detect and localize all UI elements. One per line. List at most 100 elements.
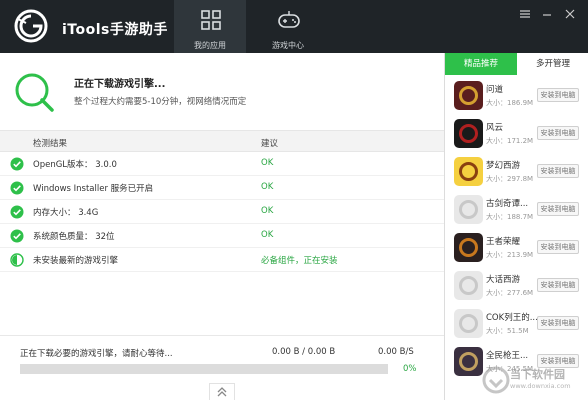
main-panel: 正在下载游戏引擎... 整个过程大约需要5-10分钟，视网络情况而定 检测结果 …	[0, 53, 444, 400]
app-size-prefix: 大小：	[486, 137, 507, 145]
progress-percent: 0%	[403, 364, 417, 374]
close-button[interactable]	[563, 7, 577, 21]
install-button[interactable]: 安装到电脑	[537, 316, 579, 330]
table-row: OpenGL版本： 3.0.0 OK	[0, 152, 444, 176]
app-title: iTools手游助手	[62, 22, 168, 38]
app-size-value: 51.5M	[507, 327, 529, 335]
app-thumbnail[interactable]	[454, 157, 483, 186]
check-circle-icon	[10, 229, 24, 243]
install-button[interactable]: 安装到电脑	[537, 126, 579, 140]
status-text: 正在下载必要的游戏引擎，请耐心等待...	[20, 349, 173, 359]
row-item: 未安装最新的游戏引擎	[33, 256, 119, 266]
app-size: 大小：51.5M	[486, 326, 529, 336]
app-thumbnail[interactable]	[454, 309, 483, 338]
half-circle-icon	[10, 253, 24, 267]
app-name: 梦幻西游	[486, 161, 521, 171]
list-item[interactable]: 古剑奇谭... 大小：188.7M 安装到电脑	[445, 191, 588, 228]
list-item[interactable]: 问道大小：186.9M 安装到电脑	[445, 77, 588, 114]
app-name: 王者荣耀	[486, 237, 521, 247]
install-button[interactable]: 安装到电脑	[537, 88, 579, 102]
watermark-text: 当下软件园	[510, 368, 565, 381]
table-row: 未安装最新的游戏引擎 必备组件，正在安装	[0, 248, 444, 272]
check-circle-icon	[10, 205, 24, 219]
app-size-value: 186.9M	[507, 99, 534, 107]
app-thumbnail[interactable]	[454, 233, 483, 262]
row-result: OK	[261, 158, 274, 168]
app-size-value: 297.8M	[507, 175, 534, 183]
header-result: 建议	[261, 139, 279, 149]
tab-game-center[interactable]: 游戏中心	[252, 0, 324, 53]
row-item: Windows Installer 服务已开启	[33, 184, 154, 194]
minimize-icon	[543, 14, 551, 16]
install-button[interactable]: 安装到电脑	[537, 240, 579, 254]
menu-button[interactable]	[518, 7, 532, 21]
app-size: 大小：186.9M	[486, 98, 533, 108]
status-size: 0.00 B / 0.00 B	[272, 347, 336, 357]
row-item: 内存大小： 3.4G	[33, 208, 99, 218]
close-icon	[565, 9, 575, 19]
tab-game-center-label: 游戏中心	[272, 41, 304, 50]
double-chevron-up-icon	[217, 387, 227, 397]
tab-my-apps[interactable]: 我的应用	[174, 0, 246, 53]
recommend-sidebar: 精品推荐 多开管理 问道 大小：186.9M 安装到电脑 风云 大小：171.2M 安装到…	[444, 53, 588, 400]
tab-multi-instance[interactable]: 多开管理	[517, 53, 588, 75]
row-result: OK	[261, 206, 274, 216]
list-item[interactable]: COK列王的... 大小：51.5M 安装到电脑	[445, 305, 588, 342]
status-speed: 0.00 B/S	[378, 347, 414, 357]
app-size-value: 277.6M	[507, 289, 534, 297]
app-size-prefix: 大小：	[486, 289, 507, 297]
menu-icon	[520, 10, 530, 18]
download-subtitle: 整个过程大约需要5-10分钟，视网络情况而定	[74, 97, 247, 107]
minimize-button[interactable]	[540, 7, 554, 21]
app-size: 大小：188.7M	[486, 212, 533, 222]
app-size: 大小：277.6M	[486, 288, 533, 298]
list-item[interactable]: 大话西游 大小：277.6M 安装到电脑	[445, 267, 588, 304]
table-row: Windows Installer 服务已开启 OK	[0, 176, 444, 200]
app-size: 大小：171.2M	[486, 136, 533, 146]
tab-featured[interactable]: 精品推荐	[445, 53, 517, 75]
table-header: 检测结果 建议	[0, 130, 444, 152]
table-row: 内存大小： 3.4G OK	[0, 200, 444, 224]
search-spinner-icon	[15, 73, 54, 112]
app-thumbnail[interactable]	[454, 81, 483, 110]
app-size-prefix: 大小：	[486, 251, 507, 259]
download-title: 正在下载游戏引擎...	[74, 79, 166, 90]
gamepad-icon	[278, 11, 300, 28]
table-row: 系统颜色质量： 32位 OK	[0, 224, 444, 248]
list-item[interactable]: 梦幻西游大小：297.8M 安装到电脑	[445, 153, 588, 190]
app-size-prefix: 大小：	[486, 327, 507, 335]
list-item[interactable]: 风云 大小：171.2M 安装到电脑	[445, 115, 588, 152]
row-item: OpenGL版本： 3.0.0	[33, 160, 117, 170]
app-thumbnail[interactable]	[454, 119, 483, 148]
app-size-prefix: 大小：	[486, 175, 507, 183]
check-circle-icon	[10, 157, 24, 171]
header-item: 检测结果	[33, 139, 68, 149]
install-button[interactable]: 安装到电脑	[537, 164, 579, 178]
list-item[interactable]: 王者荣耀大小：213.9M 安装到电脑	[445, 229, 588, 266]
app-size-value: 171.2M	[507, 137, 534, 145]
tab-my-apps-label: 我的应用	[194, 41, 226, 50]
app-size-value: 213.9M	[507, 251, 534, 259]
check-circle-icon	[10, 181, 24, 195]
footer-divider	[0, 335, 444, 336]
download-progress-bar	[20, 364, 388, 374]
grid-apps-icon	[201, 10, 221, 30]
app-name: 大话西游	[486, 275, 521, 285]
sidebar-tabs: 精品推荐 多开管理	[445, 53, 588, 75]
row-result: 必备组件，正在安装	[261, 256, 338, 266]
app-size-prefix: 大小：	[486, 213, 507, 221]
collapse-button[interactable]	[209, 383, 235, 400]
app-name: 全民枪王...	[486, 351, 529, 361]
row-result: OK	[261, 230, 274, 240]
app-size-value: 188.7M	[507, 213, 534, 221]
app-name: COK列王的...	[486, 313, 538, 323]
install-button[interactable]: 安装到电脑	[537, 278, 579, 292]
app-name: 问道	[486, 85, 504, 95]
app-name: 风云	[486, 123, 504, 133]
row-item: 系统颜色质量： 32位	[33, 232, 115, 242]
app-thumbnail[interactable]	[454, 195, 483, 224]
itools-logo-icon	[14, 9, 48, 43]
app-name: 古剑奇谭...	[486, 199, 529, 209]
app-thumbnail[interactable]	[454, 271, 483, 300]
install-button[interactable]: 安装到电脑	[537, 202, 579, 216]
